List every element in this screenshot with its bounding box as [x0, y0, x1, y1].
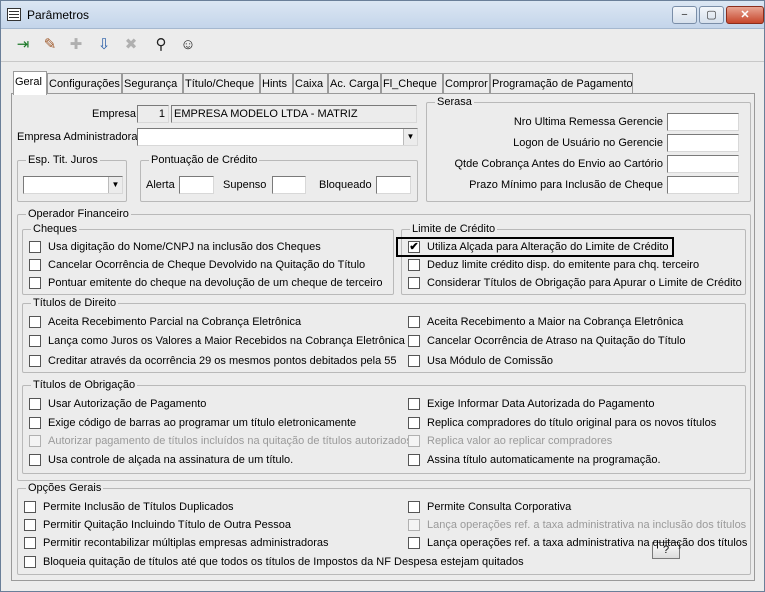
binoculars-icon[interactable]: ⚲	[149, 32, 173, 58]
tab-fl-cheque[interactable]: Fl_Cheque	[381, 73, 443, 94]
obrigacao-legend: Títulos de Obrigação	[31, 378, 138, 392]
geral-panel: Empresa 1 EMPRESA MODELO LTDA - MATRIZ E…	[11, 93, 755, 581]
direito-aceita-parcial-checkbox[interactable]: Aceita Recebimento Parcial na Cobrança E…	[29, 315, 301, 331]
obrig-assina-titulo-checkbox[interactable]: Assina título automaticamente na program…	[408, 453, 661, 469]
maximize-button[interactable]: ▢	[699, 6, 724, 24]
opcoes-gerais-group: Opções Gerais Permite Inclusão de Título…	[17, 481, 751, 575]
toolbar: ⇥ ✎ ✚ ⇩ ✖ ⚲ ☺	[1, 30, 764, 62]
limite-considerar-titulos-checkbox[interactable]: Considerar Títulos de Obrigação para Apu…	[408, 276, 742, 292]
titulos-direito-group: Títulos de Direito Aceita Recebimento Pa…	[22, 296, 746, 373]
empresa-adm-select[interactable]: ▼	[137, 128, 418, 146]
chevron-down-icon[interactable]: ▼	[108, 177, 122, 193]
empresa-adm-label: Empresa Administradora	[17, 131, 138, 143]
logon-gerencie-label: Logon de Usuário no Gerencie	[513, 137, 663, 149]
nro-remessa-field[interactable]	[667, 113, 739, 131]
obrig-exige-codigo-barras-checkbox[interactable]: Exige código de barras ao programar um t…	[29, 416, 356, 432]
tab-seguranca[interactable]: Segurança	[122, 73, 183, 94]
tab-programacao-pagamento[interactable]: Programação de Pagamento	[490, 73, 633, 94]
alerta-field[interactable]	[179, 176, 214, 194]
save-icon[interactable]: ⇩	[92, 32, 116, 58]
close-button[interactable]: ✕	[726, 6, 764, 24]
cheque-cancelar-ocorrencia-checkbox[interactable]: Cancelar Ocorrência de Cheque Devolvido …	[29, 258, 365, 274]
obrig-autorizar-pagamento-checkbox[interactable]: Autorizar pagamento de títulos incluídos…	[29, 434, 412, 450]
help-icon[interactable]: ☺	[176, 32, 200, 58]
obrig-replica-valor-checkbox[interactable]: Replica valor ao replicar compradores	[408, 434, 612, 450]
parametros-window: Parâmetros − ▢ ✕ ⇥ ✎ ✚ ⇩ ✖ ⚲ ☺ Geral Con…	[0, 0, 765, 592]
tab-compror[interactable]: Compror	[443, 73, 490, 94]
opcoes-legend: Opções Gerais	[26, 481, 104, 495]
titulos-obrigacao-group: Títulos de Obrigação Usar Autorização de…	[22, 378, 746, 474]
empresa-label: Empresa	[92, 108, 137, 120]
direito-legend: Títulos de Direito	[31, 296, 119, 310]
serasa-group: Serasa Nro Ultima Remessa Gerencie Logon…	[426, 95, 751, 202]
qtde-cobranca-label: Qtde Cobrança Antes do Envio ao Cartório	[454, 158, 663, 170]
pontuacao-legend: Pontuação de Crédito	[149, 153, 260, 167]
serasa-legend: Serasa	[435, 95, 474, 109]
minimize-button[interactable]: −	[672, 6, 697, 24]
esp-tit-juros-select[interactable]: ▼	[23, 176, 123, 194]
chevron-down-icon[interactable]: ▼	[403, 129, 417, 145]
opcao-recontabilizar-checkbox[interactable]: Permitir recontabilizar múltiplas empres…	[24, 536, 329, 552]
direito-usa-comissao-checkbox[interactable]: Usa Módulo de Comissão	[408, 354, 553, 370]
cheque-pontuar-emitente-checkbox[interactable]: Pontuar emitente do cheque na devolução …	[29, 276, 383, 292]
bloqueado-label: Bloqueado	[319, 179, 372, 191]
tab-ac-carga[interactable]: Ac. Carga	[328, 73, 381, 94]
window-app-icon	[7, 8, 21, 21]
nro-remessa-label: Nro Ultima Remessa Gerencie	[513, 116, 663, 128]
tab-configuracoes[interactable]: Configurações	[47, 73, 122, 94]
title-bar[interactable]: Parâmetros − ▢ ✕	[1, 1, 764, 29]
new-icon[interactable]: ✚	[64, 32, 88, 58]
highlight-box	[396, 237, 674, 257]
exit-icon[interactable]: ⇥	[11, 32, 35, 58]
opcao-consulta-corporativa-checkbox[interactable]: Permite Consulta Corporativa	[408, 500, 571, 516]
supenso-label: Supenso	[223, 179, 267, 191]
cheque-usa-digitacao-checkbox[interactable]: Usa digitação do Nome/CNPJ na inclusão d…	[29, 240, 321, 256]
obrig-exige-data-checkbox[interactable]: Exige Informar Data Autorizada do Pagame…	[408, 397, 654, 413]
esp-tit-juros-group: Esp. Tit. Juros ▼	[17, 153, 127, 202]
esp-tit-juros-legend: Esp. Tit. Juros	[26, 153, 100, 167]
tab-geral[interactable]: Geral	[13, 71, 47, 95]
logon-gerencie-field[interactable]	[667, 134, 739, 152]
prazo-minimo-field[interactable]	[667, 176, 739, 194]
operador-legend: Operador Financeiro	[26, 207, 131, 221]
delete-icon[interactable]: ✖	[119, 32, 143, 58]
direito-creditar-ocorrencia-checkbox[interactable]: Creditar através da ocorrência 29 os mes…	[29, 354, 397, 370]
cheques-legend: Cheques	[31, 222, 80, 236]
window-title: Parâmetros	[27, 8, 90, 22]
opcao-bloqueia-quitacao-checkbox[interactable]: Bloqueia quitação de títulos até que tod…	[24, 555, 524, 571]
tab-caixa[interactable]: Caixa	[293, 73, 328, 94]
obrig-controle-alcada-checkbox[interactable]: Usa controle de alçada na assinatura de …	[29, 453, 293, 469]
empresa-code-field[interactable]: 1	[137, 105, 169, 123]
limite-legend: Limite de Crédito	[410, 222, 498, 236]
qtde-cobranca-field[interactable]	[667, 155, 739, 173]
supenso-field[interactable]	[272, 176, 306, 194]
cheques-group: Cheques Usa digitação do Nome/CNPJ na in…	[22, 222, 394, 295]
prazo-minimo-label: Prazo Mínimo para Inclusão de Cheque	[469, 179, 663, 191]
obrig-replica-compradores-checkbox[interactable]: Replica compradores do título original p…	[408, 416, 716, 432]
alerta-label: Alerta	[146, 179, 175, 191]
pontuacao-group: Pontuação de Crédito Alerta Supenso Bloq…	[140, 153, 418, 202]
opcao-taxa-quitacao-checkbox[interactable]: Lança operações ref. a taxa administrati…	[408, 536, 747, 552]
limite-deduz-checkbox[interactable]: Deduz limite crédito disp. do emitente p…	[408, 258, 699, 274]
direito-aceita-maior-checkbox[interactable]: Aceita Recebimento a Maior na Cobrança E…	[408, 315, 683, 331]
direito-lanca-juros-checkbox[interactable]: Lança como Juros os Valores a Maior Rece…	[29, 334, 405, 350]
empresa-name-field: EMPRESA MODELO LTDA - MATRIZ	[171, 105, 417, 123]
bloqueado-field[interactable]	[376, 176, 411, 194]
opcao-inclusao-duplicados-checkbox[interactable]: Permite Inclusão de Títulos Duplicados	[24, 500, 234, 516]
obrig-usar-autorizacao-checkbox[interactable]: Usar Autorização de Pagamento	[29, 397, 206, 413]
tab-titulo-cheque[interactable]: Título/Cheque	[183, 73, 260, 94]
opcao-taxa-inclusao-checkbox[interactable]: Lança operações ref. a taxa administrati…	[408, 518, 746, 534]
opcao-quitacao-outra-pessoa-checkbox[interactable]: Permitir Quitação Incluindo Título de Ou…	[24, 518, 291, 534]
eraser-icon[interactable]: ✎	[38, 32, 62, 58]
tab-hints[interactable]: Hints	[260, 73, 293, 94]
direito-cancelar-atraso-checkbox[interactable]: Cancelar Ocorrência de Atraso na Quitaçã…	[408, 334, 685, 350]
